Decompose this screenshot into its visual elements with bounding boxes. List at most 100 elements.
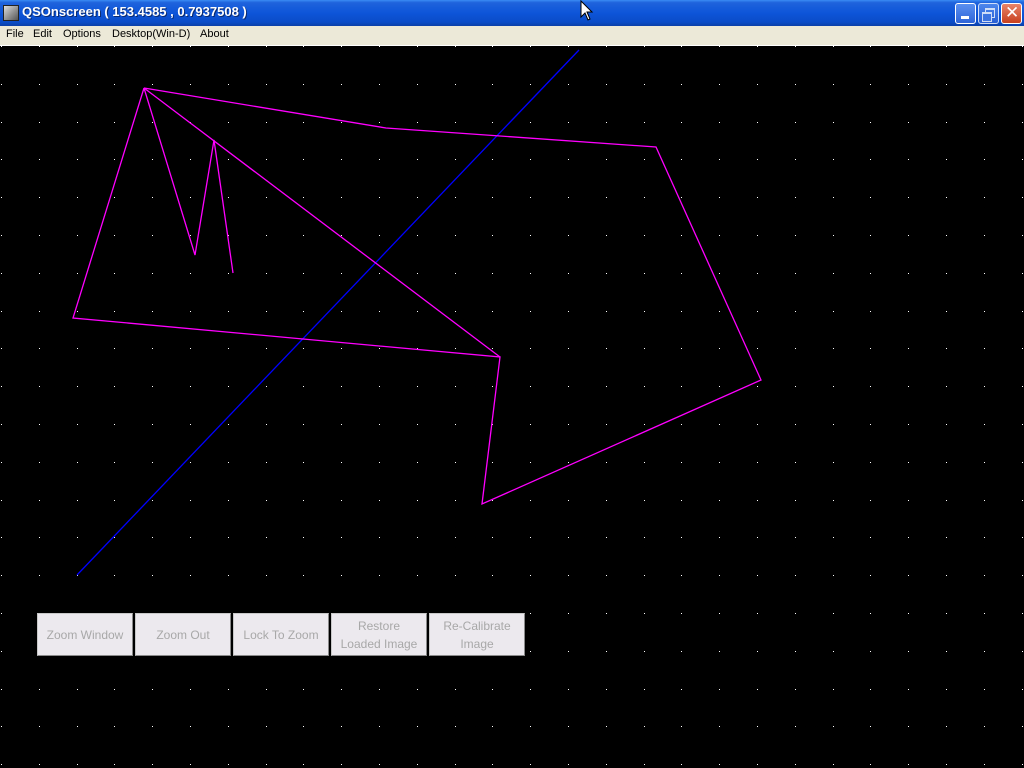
grid-dot <box>606 197 607 198</box>
grid-dot <box>757 689 758 690</box>
grid-dot <box>908 613 909 614</box>
grid-dot <box>1022 651 1023 652</box>
grid-dot <box>1022 122 1023 123</box>
grid-dot <box>568 651 569 652</box>
grid-dot <box>39 235 40 236</box>
grid-dot <box>341 764 342 765</box>
grid-dot <box>984 537 985 538</box>
grid-dot <box>946 500 947 501</box>
grid-dot <box>568 348 569 349</box>
grid-dot <box>606 311 607 312</box>
restore-button[interactable] <box>978 3 999 24</box>
grid-dot <box>1 273 2 274</box>
grid-dot <box>114 348 115 349</box>
grid-dot <box>530 235 531 236</box>
grid-dot <box>984 726 985 727</box>
grid-dot <box>77 462 78 463</box>
grid-dot <box>1 159 2 160</box>
zoom-window-button[interactable]: Zoom Window <box>37 613 133 656</box>
grid-dot <box>77 689 78 690</box>
grid-dot <box>644 764 645 765</box>
grid-dot <box>908 462 909 463</box>
grid-dot <box>492 537 493 538</box>
grid-dot <box>606 122 607 123</box>
grid-dot <box>266 764 267 765</box>
grid-dot <box>77 197 78 198</box>
menu-edit[interactable]: Edit <box>33 28 52 40</box>
grid-dot <box>946 537 947 538</box>
grid-dot <box>190 235 191 236</box>
restore-loaded-image-button[interactable]: Restore Loaded Image <box>331 613 427 656</box>
grid-dot <box>530 651 531 652</box>
title-bar[interactable]: QSOnscreen ( 153.4585 , 0.7937508 ) ✕ <box>0 0 1024 26</box>
close-button[interactable]: ✕ <box>1001 3 1022 24</box>
grid-dot <box>833 197 834 198</box>
menu-desktop[interactable]: Desktop(Win-D) <box>112 28 190 40</box>
grid-dot <box>114 424 115 425</box>
drawing-canvas[interactable] <box>0 46 1024 768</box>
grid-dot <box>984 462 985 463</box>
grid-dot <box>266 726 267 727</box>
grid-dot <box>77 424 78 425</box>
app-icon[interactable] <box>3 5 19 21</box>
grid-dot <box>303 273 304 274</box>
grid-dot <box>266 159 267 160</box>
grid-dot <box>681 689 682 690</box>
grid-dot <box>757 424 758 425</box>
grid-dot <box>114 159 115 160</box>
grid-dot <box>39 726 40 727</box>
grid-dot <box>946 122 947 123</box>
grid-dot <box>1 651 2 652</box>
grid-dot <box>341 159 342 160</box>
grid-dot <box>492 726 493 727</box>
grid-dot <box>719 84 720 85</box>
grid-dot <box>795 84 796 85</box>
grid-dot <box>568 197 569 198</box>
grid-dot <box>568 386 569 387</box>
grid-dot <box>984 159 985 160</box>
recalibrate-image-button[interactable]: Re-Calibrate Image <box>429 613 525 656</box>
grid-dot <box>644 500 645 501</box>
grid-dot <box>1022 84 1023 85</box>
grid-dot <box>644 46 645 47</box>
grid-dot <box>870 235 871 236</box>
grid-dot <box>417 764 418 765</box>
menu-about[interactable]: About <box>200 28 229 40</box>
grid-dot <box>152 159 153 160</box>
grid-dot <box>606 537 607 538</box>
grid-dot <box>795 537 796 538</box>
grid-dot <box>606 159 607 160</box>
grid-dot <box>77 273 78 274</box>
minimize-button[interactable] <box>955 3 976 24</box>
menu-file[interactable]: File <box>6 28 24 40</box>
grid-dot <box>644 575 645 576</box>
grid-dot <box>228 424 229 425</box>
grid-dot <box>681 726 682 727</box>
grid-dot <box>1 46 2 47</box>
lock-to-zoom-button[interactable]: Lock To Zoom <box>233 613 329 656</box>
grid-dot <box>266 386 267 387</box>
grid-dot <box>984 273 985 274</box>
grid-dot <box>228 46 229 47</box>
grid-dot <box>114 764 115 765</box>
menu-options[interactable]: Options <box>63 28 101 40</box>
grid-dot <box>114 500 115 501</box>
grid-dot <box>568 273 569 274</box>
grid-dot <box>681 84 682 85</box>
grid-dot <box>644 273 645 274</box>
grid-dot <box>1022 235 1023 236</box>
grid-dot <box>303 122 304 123</box>
grid-dot <box>984 500 985 501</box>
grid-dot <box>833 348 834 349</box>
grid-dot <box>606 575 607 576</box>
calibration-line <box>76 49 580 576</box>
grid-dot <box>266 500 267 501</box>
zoom-out-button[interactable]: Zoom Out <box>135 613 231 656</box>
grid-dot <box>379 500 380 501</box>
grid-dot <box>228 726 229 727</box>
grid-dot <box>1 386 2 387</box>
grid-dot <box>946 575 947 576</box>
grid-dot <box>1 348 2 349</box>
grid-dot <box>795 235 796 236</box>
grid-dot <box>152 424 153 425</box>
